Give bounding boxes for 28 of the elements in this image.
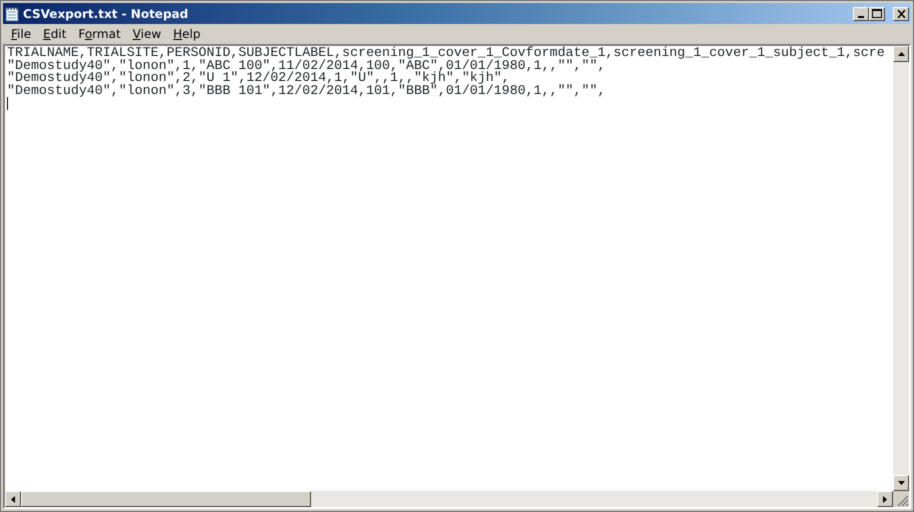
text-line: "Demostudy40","lonon",1,"ABC 100",11/02/2014,100,"ABC",01/01/1980,1,,"","", (7, 60, 606, 72)
close-icon (896, 10, 906, 18)
up-arrow-icon (898, 52, 904, 56)
notepad-icon (5, 6, 19, 22)
down-arrow-icon (898, 481, 904, 485)
right-arrow-icon (883, 496, 887, 502)
text-line: TRIALNAME,TRIALSITE,PERSONID,SUBJECTLABEL,screening_1_cover_1_Covformdate_1,screening_1_cover_1_subject_1,scre (7, 47, 885, 60)
menu-item[interactable]: View (126, 27, 168, 41)
scroll-down-button[interactable] (893, 475, 909, 491)
close-button[interactable] (893, 6, 909, 20)
window-title: CSVexport.txt - Notepad (23, 6, 190, 20)
text-cursor (7, 97, 8, 110)
menu-item[interactable]: Format (72, 27, 127, 41)
text-line: "Demostudy40","lonon",3,"BBB 101",12/02/2014,101,"BBB",01/01/1980,1,,"","", (7, 84, 606, 97)
maximize-button[interactable] (869, 6, 885, 20)
minimize-button[interactable] (853, 6, 869, 20)
maximize-icon (872, 9, 882, 18)
menu-item[interactable]: File (5, 27, 38, 41)
scroll-left-button[interactable] (5, 491, 21, 507)
scroll-thumb[interactable] (21, 491, 311, 507)
text-line: "Demostudy40","lonon",2,"U 1",12/02/2014,1,"U",,1,,"kjh","kjh", (7, 72, 510, 84)
scroll-right-button[interactable] (877, 491, 893, 507)
left-arrow-icon (11, 496, 15, 502)
resize-grip-icon[interactable] (893, 491, 909, 507)
scroll-up-button[interactable] (893, 46, 909, 62)
minimize-icon (858, 16, 864, 18)
menu-item[interactable]: Edit (37, 27, 72, 41)
menu-item[interactable]: Help (167, 27, 207, 41)
